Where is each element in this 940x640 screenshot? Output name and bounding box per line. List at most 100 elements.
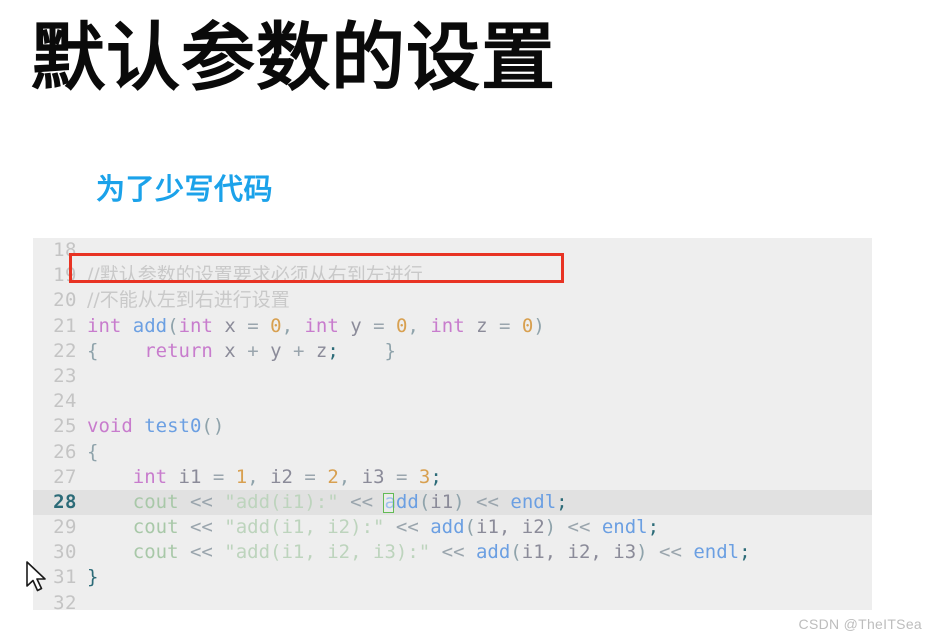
code-token: ;	[739, 541, 751, 564]
watermark-label: CSDN @TheITSea	[798, 616, 922, 632]
line-number: 21	[53, 314, 77, 337]
code-token: i1, i2, i3	[521, 541, 637, 564]
code-line-22[interactable]: 22 { return x + y + z; }	[33, 339, 872, 364]
code-token: cout	[132, 490, 190, 513]
code-token: "add(i1, i2):"	[224, 516, 396, 539]
code-token: y	[338, 314, 374, 337]
code-token: int	[430, 314, 465, 337]
code-token: +	[292, 339, 305, 362]
code-token: "add(i1):"	[224, 490, 351, 513]
code-line-content: void test0()	[87, 414, 224, 439]
code-line-content: cout << "add(i1, i2):" << add(i1, i2) <<…	[87, 515, 659, 540]
code-token: <<	[659, 541, 694, 564]
code-token: return	[144, 339, 213, 362]
code-token: {	[87, 440, 99, 463]
code-token: test0	[144, 415, 202, 438]
code-token: (	[418, 490, 431, 513]
line-number: 29	[53, 516, 77, 539]
code-line-27[interactable]: 27 int i1 = 1, i2 = 2, i3 = 3;	[33, 465, 872, 490]
code-line-30[interactable]: 30 cout << "add(i1, i2, i3):" << add(i1,…	[33, 540, 872, 565]
code-token: <<	[395, 516, 431, 539]
code-line-25[interactable]: 25 void test0()	[33, 414, 872, 439]
code-token: +	[247, 339, 259, 362]
code-token: 0	[396, 314, 408, 337]
code-token: 0	[270, 314, 282, 337]
code-token: 1	[235, 465, 248, 488]
comment-token: //默认参数的设置要求必须从右到左进行	[87, 264, 423, 287]
code-line-29[interactable]: 29 cout << "add(i1, i2):" << add(i1, i2)…	[33, 515, 872, 540]
code-token: x	[212, 339, 248, 362]
code-token: <<	[189, 516, 225, 539]
code-token: "add(i1, i2, i3):"	[224, 541, 442, 564]
code-token: )	[533, 314, 545, 337]
code-token: (	[464, 516, 476, 539]
code-token: endl	[510, 490, 557, 513]
slide-subtitle: 为了少写代码	[96, 172, 274, 206]
code-token: ,	[281, 314, 305, 337]
code-token: endl	[693, 541, 740, 564]
code-token: z	[304, 339, 328, 362]
code-line-content: //默认参数的设置要求必须从右到左进行	[87, 263, 423, 288]
code-line-content: int add(int x = 0, int y = 0, int z = 0)	[87, 314, 545, 339]
line-number: 26	[53, 440, 77, 463]
code-line-32[interactable]: 32	[33, 591, 872, 610]
code-token: ,	[338, 465, 362, 488]
code-token: i2	[270, 465, 305, 488]
code-line-content: {	[87, 440, 98, 465]
code-token: =	[499, 314, 522, 337]
line-number: 27	[53, 465, 77, 488]
code-line-28[interactable]: 28 cout << "add(i1):" << add(i1) << endl…	[33, 489, 872, 516]
code-line-23[interactable]: 23	[33, 364, 872, 389]
code-token: add	[384, 490, 419, 513]
line-number: 23	[53, 364, 77, 387]
code-token: }	[384, 339, 396, 362]
line-number: 28	[53, 490, 77, 513]
line-number: 32	[53, 591, 77, 610]
code-token: ,	[407, 314, 431, 337]
code-token: }	[87, 566, 99, 589]
code-token: 3	[418, 465, 431, 488]
code-token: ;	[556, 490, 568, 513]
code-token: <<	[567, 516, 602, 539]
code-token: i1, i2	[476, 516, 545, 539]
code-line-31[interactable]: 31 }	[33, 565, 872, 590]
code-line-18[interactable]: 18	[33, 238, 872, 263]
code-line-26[interactable]: 26 {	[33, 440, 872, 465]
code-token: ;	[430, 465, 442, 488]
code-token: <<	[189, 541, 225, 564]
code-token: i1	[430, 490, 454, 513]
code-token: int	[87, 314, 122, 337]
line-number: 25	[53, 415, 77, 438]
code-token: <<	[441, 541, 476, 564]
code-line-20[interactable]: 20 //不能从左到右进行设置	[33, 288, 872, 313]
code-token: ()	[201, 415, 225, 438]
line-number: 22	[53, 339, 77, 362]
code-token: )	[636, 541, 660, 564]
code-line-19[interactable]: 19 //默认参数的设置要求必须从右到左进行	[33, 263, 872, 288]
code-line-content: { return x + y + z; }	[87, 339, 396, 364]
code-token: z	[464, 314, 499, 337]
code-token: void	[87, 415, 133, 438]
code-token: add	[132, 314, 168, 337]
code-token: ;	[327, 339, 339, 362]
code-line-24[interactable]: 24	[33, 389, 872, 414]
code-token: add	[475, 541, 511, 564]
code-token: ;	[647, 516, 660, 539]
code-token: y	[258, 339, 293, 362]
line-number: 19	[53, 264, 77, 287]
code-token: cout	[132, 541, 190, 564]
code-token: 0	[521, 314, 534, 337]
line-number: 31	[53, 566, 77, 589]
code-token: i1	[167, 465, 213, 488]
code-token: =	[247, 314, 271, 337]
code-token: <<	[476, 490, 511, 513]
line-number: 24	[53, 390, 77, 413]
code-editor-panel[interactable]: 18 19 //默认参数的设置要求必须从右到左进行 20 //不能从左到右进行设…	[33, 238, 872, 610]
code-token: cout	[132, 516, 190, 539]
code-token: (	[510, 541, 522, 564]
code-token: <<	[189, 490, 225, 513]
code-line-21[interactable]: 21 int add(int x = 0, int y = 0, int z =…	[33, 314, 872, 339]
